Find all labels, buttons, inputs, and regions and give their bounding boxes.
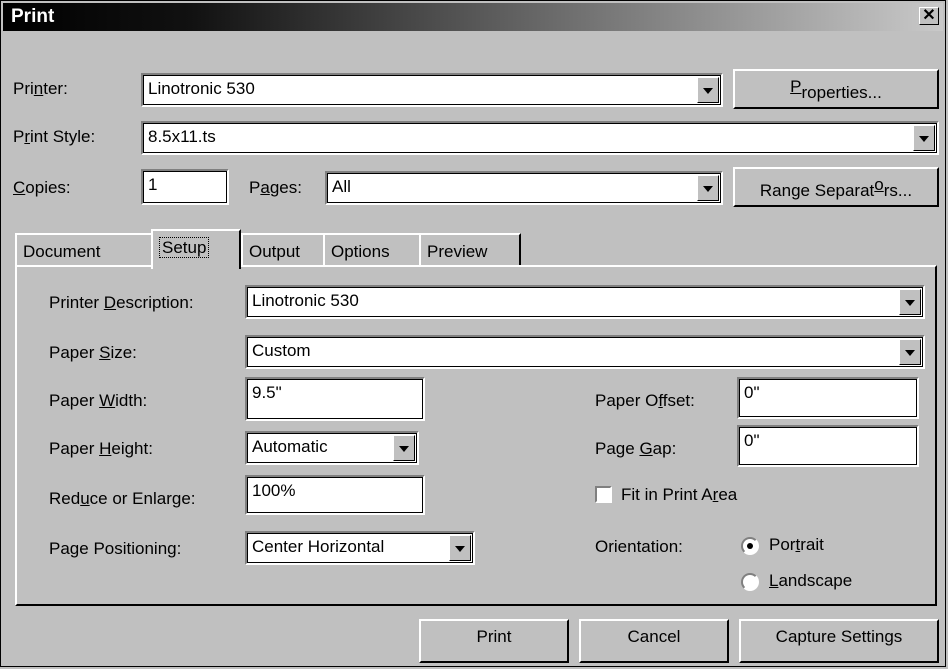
copies-value: 1	[148, 175, 158, 194]
dialog-title: Print	[11, 6, 55, 27]
paper-width-input[interactable]: 9.5"	[245, 377, 425, 421]
cancel-button[interactable]: Cancel	[579, 619, 729, 663]
chevron-down-icon[interactable]	[449, 535, 471, 561]
printer-label: Printer:	[13, 79, 68, 98]
title-bar: Print ✕	[3, 3, 943, 31]
chevron-down-icon[interactable]	[393, 435, 415, 461]
page-positioning-label: Page Positioning:	[49, 539, 182, 558]
paper-height-value: Automatic	[252, 437, 328, 456]
printer-description-value: Linotronic 530	[252, 291, 359, 310]
range-separators-button[interactable]: Range Separators...	[733, 167, 939, 207]
capture-settings-button[interactable]: Capture Settings	[739, 619, 939, 663]
paper-width-label: Paper Width:	[49, 391, 148, 410]
tab-output[interactable]: Output	[241, 233, 325, 265]
chevron-down-icon[interactable]	[697, 175, 719, 201]
paper-offset-input[interactable]: 0"	[737, 377, 919, 419]
radio-selected-icon	[747, 543, 753, 549]
page-positioning-select[interactable]: Center Horizontal	[245, 531, 475, 565]
properties-button[interactable]: Properties...	[733, 69, 939, 109]
tab-document[interactable]: Document	[15, 233, 153, 265]
paper-width-value: 9.5"	[252, 383, 282, 402]
paper-size-select[interactable]: Custom	[245, 335, 925, 369]
paper-size-value: Custom	[252, 341, 311, 360]
copies-input[interactable]: 1	[141, 169, 229, 205]
tab-preview[interactable]: Preview	[419, 233, 521, 265]
page-positioning-value: Center Horizontal	[252, 537, 385, 556]
setup-panel: Printer Description: Linotronic 530 Pape…	[15, 265, 937, 606]
copies-label: Copies:	[13, 178, 71, 197]
close-button[interactable]: ✕	[919, 7, 939, 25]
chevron-down-icon[interactable]	[913, 125, 935, 151]
fit-in-print-area-label: Fit in Print Area	[621, 485, 738, 504]
landscape-label: Landscape	[769, 571, 853, 590]
close-icon: ✕	[922, 7, 936, 24]
printer-select[interactable]: Linotronic 530	[141, 73, 723, 107]
printer-value: Linotronic 530	[148, 79, 255, 98]
paper-offset-value: 0"	[744, 383, 760, 402]
pages-select[interactable]: All	[325, 171, 723, 205]
print-style-select[interactable]: 8.5x11.ts	[141, 121, 939, 155]
print-dialog: Print ✕ Printer: Linotronic 530 Properti…	[0, 0, 946, 667]
orientation-label: Orientation:	[595, 537, 683, 556]
reduce-enlarge-value: 100%	[252, 481, 296, 500]
printer-description-label: Printer Description:	[49, 293, 194, 312]
paper-offset-label: Paper Offset:	[595, 391, 695, 410]
page-gap-label: Page Gap:	[595, 439, 677, 458]
reduce-enlarge-label: Reduce or Enlarge:	[49, 489, 196, 508]
tab-setup[interactable]: Setup	[151, 229, 241, 269]
paper-height-select[interactable]: Automatic	[245, 431, 419, 465]
print-style-label: Print Style:	[13, 127, 96, 146]
print-button[interactable]: Print	[419, 619, 569, 663]
printer-description-select[interactable]: Linotronic 530	[245, 285, 925, 319]
pages-label: Pages:	[249, 178, 302, 197]
paper-size-label: Paper Size:	[49, 343, 137, 362]
reduce-enlarge-input[interactable]: 100%	[245, 475, 425, 515]
portrait-label: Portrait	[769, 535, 824, 554]
print-style-value: 8.5x11.ts	[148, 127, 216, 146]
pages-value: All	[332, 177, 351, 196]
page-gap-input[interactable]: 0"	[737, 425, 919, 467]
chevron-down-icon[interactable]	[697, 77, 719, 103]
fit-in-print-area-checkbox[interactable]	[595, 486, 612, 503]
chevron-down-icon[interactable]	[899, 289, 921, 315]
landscape-radio[interactable]	[741, 573, 759, 591]
page-gap-value: 0"	[744, 431, 760, 450]
chevron-down-icon[interactable]	[899, 339, 921, 365]
tab-options[interactable]: Options	[323, 233, 421, 265]
portrait-radio[interactable]	[741, 537, 759, 555]
paper-height-label: Paper Height:	[49, 439, 153, 458]
